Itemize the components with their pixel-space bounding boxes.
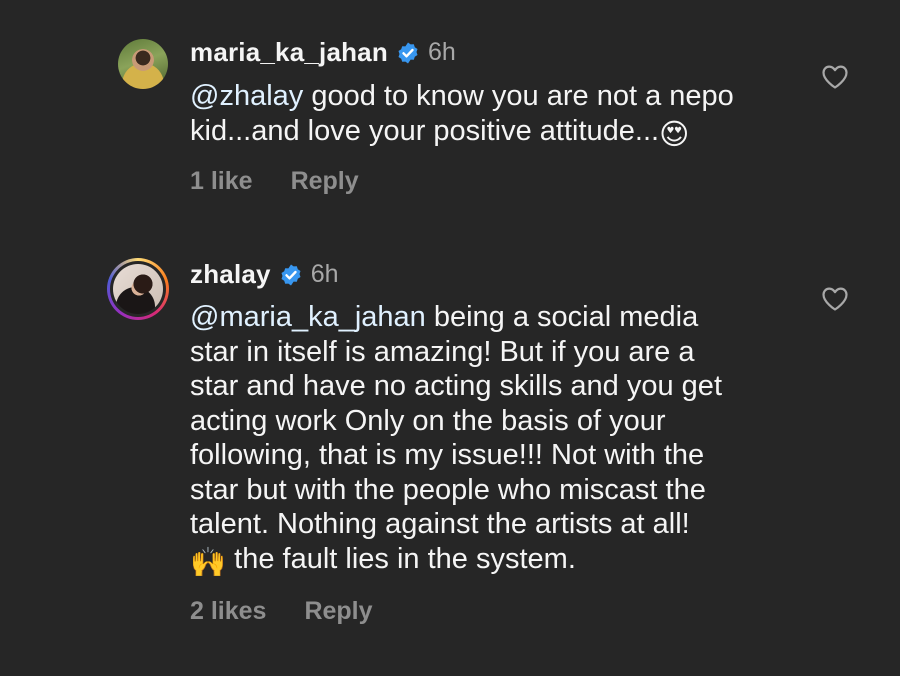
comment-text-segment: talent. Nothing against the artists at a…	[190, 508, 690, 540]
mention-link[interactable]: @maria_ka_jahan	[190, 301, 426, 333]
comment-text: @maria_ka_jahan being a social media sta…	[190, 300, 722, 579]
reply-button[interactable]: Reply	[304, 597, 372, 626]
username[interactable]: zhalay	[190, 259, 271, 290]
comment-text-segment: star and have no acting skills and you g…	[190, 370, 722, 402]
comment-text-segment: being a social media	[425, 301, 699, 333]
timestamp: 6h	[310, 260, 339, 288]
comment-header: zhalay 6h	[190, 259, 339, 290]
avatar	[113, 264, 163, 314]
likes-count[interactable]: 2 likes	[190, 597, 266, 626]
avatar-story-ring[interactable]	[107, 258, 169, 320]
verified-badge-icon	[281, 264, 301, 285]
heart-outline-icon[interactable]	[821, 286, 849, 312]
raising-hands-emoji: 🙌	[190, 544, 227, 579]
comment-text-segment: following, that is my issue!!! Not with …	[190, 439, 705, 471]
comment-text-segment: the fault lies in the system.	[226, 542, 576, 575]
comment-zhalay: zhalay 6h @maria_ka_jahan being a social…	[0, 0, 900, 676]
comment-text-segment: star but with the people who miscast the	[190, 473, 706, 506]
avatar-ring-gap	[110, 261, 166, 317]
comment-actions: 2 likes Reply	[190, 597, 373, 626]
comment-text-segment: star in itself is amazing! But if you ar…	[190, 335, 695, 368]
comment-text-segment: acting work Only on the basis of your	[190, 404, 666, 437]
